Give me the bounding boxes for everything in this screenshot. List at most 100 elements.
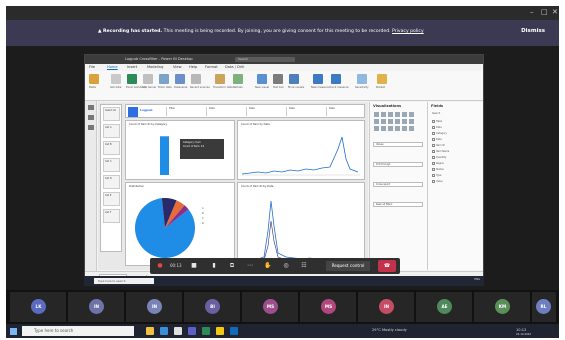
checkbox-icon[interactable] bbox=[432, 132, 435, 135]
excel-icon[interactable] bbox=[127, 74, 137, 84]
checkbox-icon[interactable] bbox=[432, 144, 435, 147]
bar[interactable] bbox=[160, 136, 169, 175]
microphone-icon[interactable]: ▮ bbox=[210, 262, 218, 270]
field-item[interactable]: Status bbox=[432, 168, 444, 171]
stacked-bar-icon[interactable] bbox=[374, 112, 379, 117]
checkbox-icon[interactable] bbox=[432, 138, 435, 141]
line-chart-visual[interactable]: Count of Item by Date bbox=[237, 120, 365, 180]
refresh-icon[interactable] bbox=[233, 74, 243, 84]
field-item[interactable]: Date bbox=[432, 138, 442, 141]
viz-well[interactable]: Cross-report bbox=[373, 182, 423, 187]
viz-well[interactable]: Drill through bbox=[373, 162, 423, 167]
sensitivity-icon[interactable] bbox=[357, 74, 367, 84]
field-item[interactable]: Category bbox=[432, 132, 447, 135]
raise-hand-icon[interactable]: ✋ bbox=[264, 262, 272, 270]
teams-icon[interactable] bbox=[188, 327, 196, 335]
checkbox-icon[interactable] bbox=[432, 168, 435, 171]
participant-tile[interactable]: KM bbox=[474, 292, 530, 322]
excel-taskbar-icon[interactable] bbox=[202, 327, 210, 335]
field-search[interactable]: Search bbox=[432, 112, 440, 115]
pie-chart-icon[interactable] bbox=[374, 119, 379, 124]
quick-measure-icon[interactable] bbox=[331, 74, 341, 84]
checkbox-icon[interactable] bbox=[432, 156, 435, 159]
kpi-icon[interactable] bbox=[395, 126, 400, 131]
dataverse-icon[interactable] bbox=[175, 74, 185, 84]
field-item[interactable]: Value bbox=[432, 180, 443, 183]
tab-help[interactable]: Help bbox=[189, 65, 197, 69]
checkbox-icon[interactable] bbox=[432, 150, 435, 153]
leave-call-button[interactable]: ☎ bbox=[378, 260, 396, 272]
chrome-icon[interactable] bbox=[174, 327, 182, 335]
close-icon[interactable]: ✕ bbox=[552, 8, 558, 16]
powerbi-search[interactable]: Search bbox=[235, 57, 295, 62]
field-item[interactable]: Item Name bbox=[432, 150, 449, 153]
enter-data-icon[interactable] bbox=[159, 74, 169, 84]
slicer-icon[interactable] bbox=[388, 126, 393, 131]
scatter-icon[interactable] bbox=[402, 126, 407, 131]
text-box-icon[interactable] bbox=[273, 74, 283, 84]
clock-time[interactable]: 10:12 bbox=[516, 328, 526, 332]
checkbox-icon[interactable] bbox=[432, 120, 435, 123]
powerbi-taskbar-icon[interactable] bbox=[216, 327, 224, 335]
treemap-icon[interactable] bbox=[388, 119, 393, 124]
donut-chart-icon[interactable] bbox=[381, 119, 386, 124]
tab-home[interactable]: Home bbox=[107, 65, 118, 69]
paste-icon[interactable] bbox=[89, 74, 99, 84]
slicer-item[interactable]: Cat F bbox=[103, 209, 120, 223]
participant-tile[interactable]: IN bbox=[126, 292, 182, 322]
tab-data-drill[interactable]: Data / Drill bbox=[225, 65, 244, 69]
more-actions-icon[interactable]: ⋯ bbox=[246, 262, 254, 270]
pie-chart-visual[interactable]: Distribution A B C D bbox=[125, 182, 235, 266]
new-measure-icon[interactable] bbox=[313, 74, 323, 84]
participant-tile[interactable]: LK bbox=[10, 292, 66, 322]
chat-icon[interactable]: ◎ bbox=[282, 262, 290, 270]
header-filter[interactable]: Filter bbox=[166, 107, 196, 116]
clustered-column-icon[interactable] bbox=[395, 112, 400, 117]
edge-icon[interactable] bbox=[160, 327, 168, 335]
stacked-column-icon[interactable] bbox=[381, 112, 386, 117]
line-chart-2-visual[interactable]: Count of Item ID by Date bbox=[237, 182, 365, 266]
minimize-icon[interactable]: – bbox=[530, 8, 534, 16]
share-tray-icon[interactable]: ⧉ bbox=[228, 262, 236, 270]
tab-view[interactable]: View bbox=[173, 65, 182, 69]
slicer-item[interactable]: Cat C bbox=[103, 158, 120, 172]
clustered-bar-icon[interactable] bbox=[388, 112, 393, 117]
participant-tile[interactable]: MS bbox=[242, 292, 298, 322]
shared-search-box[interactable]: Type here to search bbox=[94, 278, 154, 284]
field-item[interactable]: Region bbox=[432, 162, 444, 165]
file-explorer-icon[interactable] bbox=[146, 327, 154, 335]
get-data-icon[interactable] bbox=[111, 74, 121, 84]
dismiss-button[interactable]: Dismiss bbox=[521, 28, 545, 34]
camera-icon[interactable]: ■ bbox=[190, 262, 198, 270]
participant-tile[interactable]: IN bbox=[358, 292, 414, 322]
weather-text[interactable]: 29°C Mostly cloudy bbox=[372, 328, 407, 332]
checkbox-icon[interactable] bbox=[432, 174, 435, 177]
participants-icon[interactable]: ☷ bbox=[300, 262, 308, 270]
header-filter[interactable]: Date bbox=[286, 107, 316, 116]
matrix-icon[interactable] bbox=[381, 126, 386, 131]
table-icon[interactable] bbox=[374, 126, 379, 131]
waterfall-icon[interactable] bbox=[409, 126, 414, 131]
outlook-icon[interactable] bbox=[230, 327, 238, 335]
privacy-policy-link[interactable]: Privacy policy bbox=[392, 29, 424, 34]
tab-modeling[interactable]: Modeling bbox=[147, 65, 163, 69]
slicer-item[interactable]: Cat B bbox=[103, 141, 120, 155]
field-item[interactable]: Quantity bbox=[432, 156, 446, 159]
gauge-icon[interactable] bbox=[402, 119, 407, 124]
participant-tile[interactable]: IN bbox=[68, 292, 124, 322]
bar-chart-visual[interactable]: Count of Item ID by Category Category: S… bbox=[125, 120, 235, 180]
recent-sources-icon[interactable] bbox=[191, 74, 201, 84]
header-filter[interactable]: Date bbox=[326, 107, 356, 116]
sql-server-icon[interactable] bbox=[143, 74, 153, 84]
field-item[interactable]: Type bbox=[432, 174, 442, 177]
tab-insert[interactable]: Insert bbox=[127, 65, 137, 69]
transform-data-icon[interactable] bbox=[215, 74, 225, 84]
slicer-item[interactable]: Cat A bbox=[103, 124, 120, 138]
windows-start-icon[interactable] bbox=[10, 328, 17, 335]
field-item[interactable]: Data bbox=[432, 126, 442, 129]
area-chart-icon[interactable] bbox=[409, 112, 414, 117]
map-icon[interactable] bbox=[395, 119, 400, 124]
tab-format[interactable]: Format bbox=[205, 65, 218, 69]
checkbox-icon[interactable] bbox=[432, 162, 435, 165]
line-chart-icon[interactable] bbox=[402, 112, 407, 117]
